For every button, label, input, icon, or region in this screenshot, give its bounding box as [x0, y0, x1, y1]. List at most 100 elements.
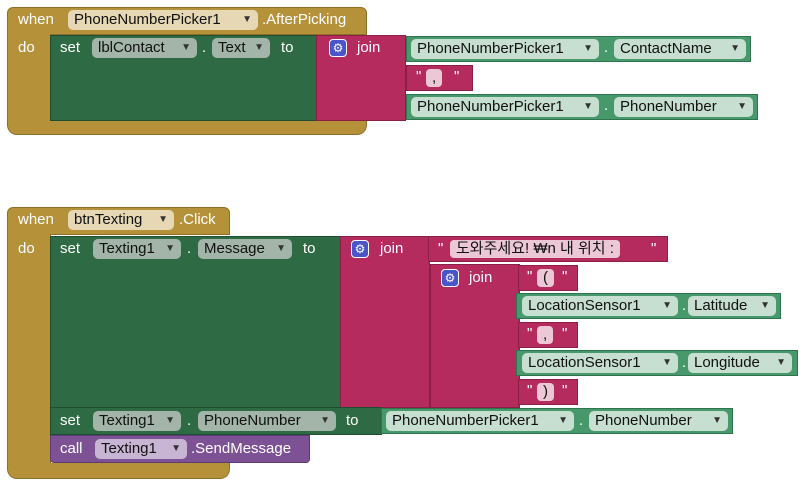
when-label: when	[18, 11, 54, 28]
call-component-name: Texting1	[101, 440, 157, 457]
dot-separator: .	[579, 412, 584, 429]
open-quote: "	[527, 382, 533, 399]
chevron-down-icon: ▼	[760, 300, 770, 311]
set-label: set	[60, 412, 81, 429]
getter-property-name: Longitude	[694, 354, 760, 371]
open-quote: "	[527, 268, 533, 285]
chevron-down-icon: ▼	[583, 101, 593, 112]
getter-component-name: LocationSensor1	[528, 297, 641, 314]
chevron-down-icon: ▼	[730, 43, 740, 54]
chevron-down-icon: ▼	[776, 357, 786, 368]
component-name: btnTexting	[74, 211, 143, 228]
chevron-down-icon: ▼	[181, 42, 191, 53]
close-quote: "	[562, 382, 568, 399]
event-side	[7, 234, 51, 464]
getter-component-dropdown[interactable]: PhoneNumberPicker1 ▼	[411, 39, 599, 59]
getter-property-name: Latitude	[694, 297, 748, 314]
set-component-name: Texting1	[99, 412, 155, 429]
join-label: join	[357, 39, 381, 56]
do-label: do	[18, 240, 35, 257]
dot-separator: .	[187, 240, 192, 257]
getter-component-name: PhoneNumberPicker1	[392, 412, 539, 429]
dot-separator: .	[202, 39, 207, 56]
chevron-down-icon: ▼	[583, 43, 593, 54]
join-label: join	[469, 269, 493, 286]
getter-property-dropdown[interactable]: Latitude ▼	[688, 296, 776, 316]
event-footer	[7, 119, 367, 135]
call-component-dropdown[interactable]: Texting1 ▼	[95, 439, 187, 459]
close-quote: "	[562, 325, 568, 342]
chevron-down-icon: ▼	[712, 415, 722, 426]
set-message-block[interactable]	[50, 236, 342, 408]
open-quote: "	[438, 240, 444, 257]
when-label: when	[18, 211, 54, 228]
close-quote: "	[562, 268, 568, 285]
chevron-down-icon: ▼	[320, 415, 330, 426]
getter-property-name: PhoneNumber	[620, 98, 717, 115]
chevron-down-icon: ▼	[165, 243, 175, 254]
dot-separator: .	[682, 354, 687, 371]
event-name: .AfterPicking	[262, 11, 347, 28]
set-property-dropdown[interactable]: Message ▼	[198, 239, 292, 259]
string-value[interactable]: 도와주세요! ₩n 내 위치 :	[450, 240, 620, 258]
getter-component-dropdown[interactable]: PhoneNumberPicker1 ▼	[411, 97, 599, 117]
to-label: to	[281, 39, 294, 56]
open-quote: "	[527, 325, 533, 342]
method-name: .SendMessage	[191, 440, 292, 457]
join-block[interactable]	[340, 236, 430, 408]
getter-property-dropdown[interactable]: PhoneNumber ▼	[589, 411, 728, 431]
string-value[interactable]: )	[537, 383, 554, 401]
component-dropdown[interactable]: PhoneNumberPicker1 ▼	[68, 10, 258, 30]
set-component-dropdown[interactable]: Texting1 ▼	[93, 239, 181, 259]
set-label: set	[60, 39, 81, 56]
getter-component-name: PhoneNumberPicker1	[417, 98, 564, 115]
set-component-name: Texting1	[99, 240, 155, 257]
getter-property-dropdown[interactable]: Longitude ▼	[688, 353, 792, 373]
getter-property-dropdown[interactable]: PhoneNumber ▼	[614, 97, 753, 117]
chevron-down-icon: ▼	[158, 214, 168, 225]
to-label: to	[303, 240, 316, 257]
getter-property-name: ContactName	[620, 40, 712, 57]
set-component-dropdown[interactable]: Texting1 ▼	[93, 411, 181, 431]
set-property-name: PhoneNumber	[204, 412, 301, 429]
do-label: do	[18, 39, 35, 56]
set-property-dropdown[interactable]: PhoneNumber ▼	[198, 411, 336, 431]
component-dropdown[interactable]: btnTexting ▼	[68, 210, 174, 230]
getter-property-name: PhoneNumber	[595, 412, 692, 429]
dot-separator: .	[604, 97, 609, 114]
getter-component-dropdown[interactable]: LocationSensor1 ▼	[522, 296, 678, 316]
chevron-down-icon: ▼	[171, 443, 181, 454]
gear-icon[interactable]: ⚙	[329, 39, 347, 57]
close-quote: "	[651, 240, 657, 257]
getter-property-dropdown[interactable]: ContactName ▼	[614, 39, 746, 59]
set-property-dropdown[interactable]: Text ▼	[212, 38, 270, 58]
call-label: call	[60, 440, 83, 457]
chevron-down-icon: ▼	[737, 101, 747, 112]
dot-separator: .	[682, 297, 687, 314]
open-quote: "	[416, 68, 422, 85]
set-property-name: Message	[204, 240, 265, 257]
string-value[interactable]: ,	[426, 69, 443, 87]
getter-component-name: LocationSensor1	[528, 354, 641, 371]
event-footer	[7, 463, 230, 479]
gear-icon[interactable]: ⚙	[441, 269, 459, 287]
string-value[interactable]: (	[537, 269, 554, 287]
getter-component-dropdown[interactable]: PhoneNumberPicker1 ▼	[386, 411, 574, 431]
chevron-down-icon: ▼	[165, 415, 175, 426]
join-label: join	[380, 240, 404, 257]
string-value[interactable]: ,	[537, 326, 554, 344]
dot-separator: .	[187, 412, 192, 429]
chevron-down-icon: ▼	[662, 357, 672, 368]
getter-component-name: PhoneNumberPicker1	[417, 40, 564, 57]
gear-icon[interactable]: ⚙	[351, 240, 369, 258]
set-label: set	[60, 240, 81, 257]
set-component-dropdown[interactable]: lblContact ▼	[92, 38, 197, 58]
event-name: .Click	[179, 211, 216, 228]
to-label: to	[346, 412, 359, 429]
getter-component-dropdown[interactable]: LocationSensor1 ▼	[522, 353, 678, 373]
set-component-name: lblContact	[98, 39, 165, 56]
chevron-down-icon: ▼	[558, 415, 568, 426]
chevron-down-icon: ▼	[276, 243, 286, 254]
chevron-down-icon: ▼	[254, 42, 264, 53]
chevron-down-icon: ▼	[242, 14, 252, 25]
